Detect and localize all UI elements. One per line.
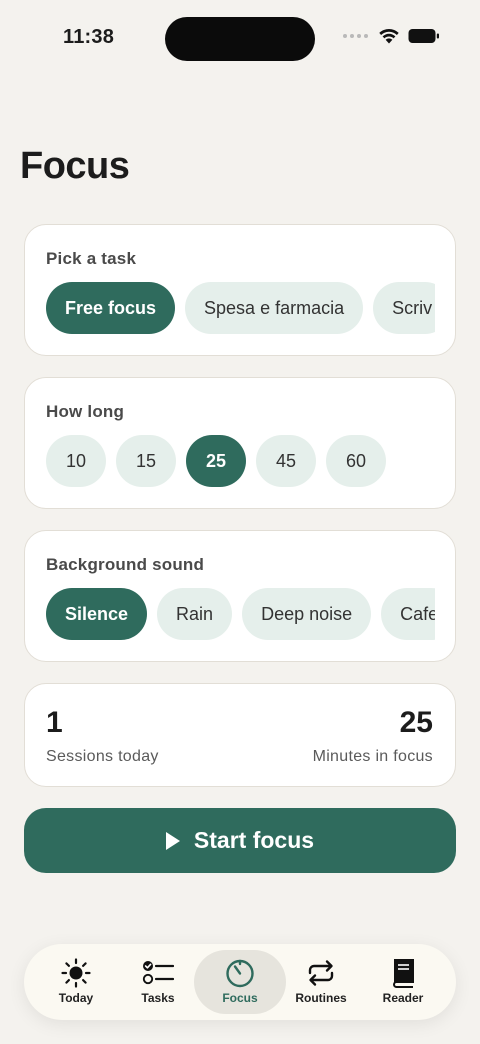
status-icons [343,28,440,44]
duration-title: How long [46,402,125,421]
stats-card: 1 Sessions today 25 Minutes in focus [24,683,456,787]
duration-chip[interactable]: 60 [326,435,386,487]
start-focus-label: Start focus [193,827,315,853]
sound-chip[interactable]: Cafe [381,588,435,640]
tab-today[interactable]: Today [36,950,116,1014]
task-chip[interactable]: Free focus [46,282,176,334]
sun-icon [61,958,91,988]
task-chip-row[interactable]: Free focus Spesa e farmacia Scriv [46,282,435,334]
duration-chip[interactable]: 15 [116,435,176,487]
tab-label: Reader [382,991,424,1005]
tab-routines[interactable]: Routines [280,950,362,1014]
tab-label: Tasks [141,991,175,1005]
book-icon [393,959,414,988]
sound-chip[interactable]: Deep noise [242,588,372,640]
checklist-icon [142,961,174,985]
sound-card: Background sound Silence Rain Deep noise… [24,530,456,662]
sound-chip[interactable]: Silence [46,588,148,640]
signal-dots-icon [343,34,368,38]
battery-icon [408,29,439,43]
duration-chip[interactable]: 45 [256,435,316,487]
sound-chip[interactable]: Rain [157,588,233,640]
timer-icon [226,959,254,988]
duration-chip[interactable]: 25 [186,435,246,487]
duration-card: How long 10 15 25 45 60 [24,377,456,509]
tab-label: Today [58,991,94,1005]
page-title: Focus [20,145,130,187]
tab-label: Routines [295,991,347,1005]
sound-chip-row[interactable]: Silence Rain Deep noise Cafe [46,588,435,640]
focus-screen: 11:38 Focus Pick a task Free focus Spesa… [0,0,480,1044]
task-chip[interactable]: Scriv [373,282,435,334]
sessions-label: Sessions today [46,748,159,765]
duration-chip-row: 10 15 25 45 60 [46,435,435,487]
repeat-icon [308,960,334,986]
play-icon [165,831,180,850]
minutes-count: 25 [399,706,433,739]
dynamic-island [165,17,315,61]
sessions-count: 1 [46,706,63,739]
start-focus-button[interactable]: Start focus [24,808,456,873]
tab-label: Focus [222,991,258,1005]
sound-title: Background sound [46,555,205,574]
tab-reader[interactable]: Reader [362,950,444,1014]
tab-bar: Today Tasks Focus Routines Reader [24,944,456,1020]
tab-focus[interactable]: Focus [194,950,286,1014]
duration-chip[interactable]: 10 [46,435,106,487]
minutes-label: Minutes in focus [312,748,433,765]
tab-tasks[interactable]: Tasks [118,950,198,1014]
task-chip[interactable]: Spesa e farmacia [185,282,364,334]
status-time: 11:38 [63,26,115,48]
task-picker-title: Pick a task [46,249,137,268]
wifi-icon [379,28,399,44]
task-picker-card: Pick a task Free focus Spesa e farmacia … [24,224,456,356]
